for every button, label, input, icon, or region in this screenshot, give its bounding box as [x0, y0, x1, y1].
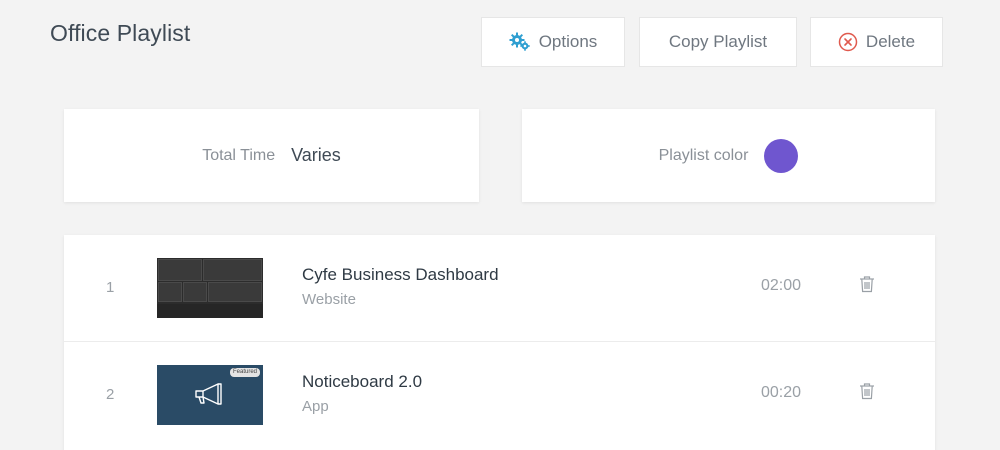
item-duration: 02:00 [761, 277, 802, 294]
item-name: Cyfe Business Dashboard [302, 265, 499, 284]
list-item[interactable]: 2 Featured Noticeboard 2.0 App 00:20 [64, 341, 935, 447]
options-button[interactable]: Options [481, 17, 625, 67]
close-circle-icon [838, 32, 858, 52]
copy-playlist-button-label: Copy Playlist [668, 32, 768, 51]
item-name: Noticeboard 2.0 [302, 372, 423, 391]
item-index: 1 [106, 279, 115, 296]
trash-icon[interactable] [859, 275, 875, 293]
delete-button-label: Delete [865, 32, 916, 51]
playlist-page: Office Playlist Options Copy Playlist De… [0, 0, 1000, 450]
options-button-label: Options [538, 32, 598, 51]
playlist-color-card: Playlist color [522, 109, 935, 202]
total-time-value: Varies [291, 145, 341, 165]
item-type: App [302, 398, 329, 415]
list-item[interactable]: 1 Cyfe Business Dashboard Website 02:00 [64, 235, 935, 341]
page-title: Office Playlist [50, 20, 191, 46]
noticeboard-thumbnail: Featured [157, 365, 263, 425]
featured-badge: Featured [229, 368, 260, 377]
delete-button[interactable]: Delete [810, 17, 943, 67]
gears-icon [509, 32, 531, 52]
item-duration: 00:20 [761, 384, 802, 401]
playlist-color-swatch[interactable] [764, 138, 799, 173]
dashboard-thumbnail [157, 258, 263, 318]
trash-icon[interactable] [859, 382, 875, 400]
playlist-color-label: Playlist color [658, 146, 749, 164]
item-type: Website [302, 291, 356, 308]
item-index: 2 [106, 386, 115, 403]
megaphone-icon [193, 381, 227, 412]
playlist-items-list: 1 Cyfe Business Dashboard Website 02:00 [64, 235, 935, 450]
copy-playlist-button[interactable]: Copy Playlist [639, 17, 797, 67]
total-time-card: Total Time Varies [64, 109, 479, 202]
total-time-label: Total Time [202, 146, 276, 164]
